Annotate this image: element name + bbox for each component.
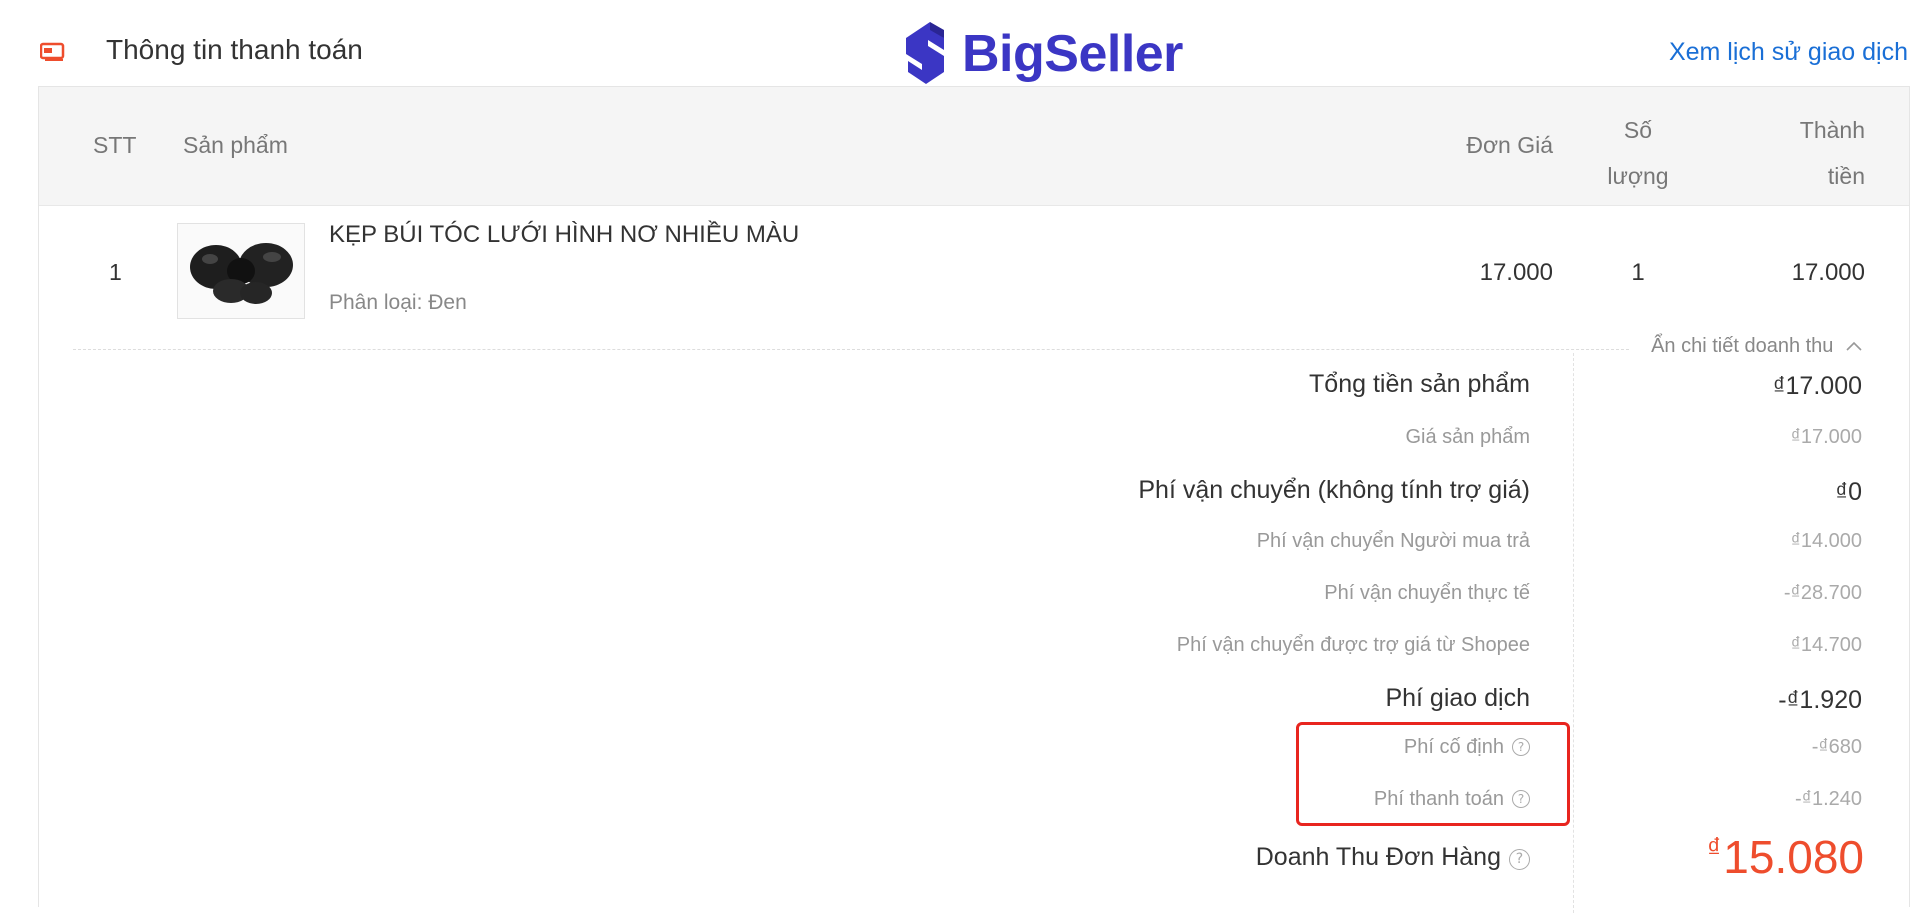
revenue-value: ₫15.080	[1707, 830, 1864, 884]
transaction-history-link[interactable]: Xem lịch sử giao dịch	[1669, 38, 1908, 67]
product-thumbnail[interactable]	[177, 223, 305, 319]
cell-quantity: 1	[1631, 259, 1645, 286]
col-total-line2: tiền	[1827, 163, 1865, 189]
shopee-subsidy-label: Phí vận chuyển được trợ giá từ Shopee	[1176, 634, 1530, 656]
help-icon[interactable]: ?	[1509, 849, 1530, 870]
col-stt: STT	[93, 132, 137, 158]
table-header: STT Sản phẩm Đơn Giá Số lượng Thành tiền	[39, 87, 1909, 206]
fixed-fee-value: -₫680	[1811, 736, 1862, 758]
row-divider	[73, 349, 1629, 350]
actual-shipping-value: -₫28.700	[1783, 582, 1862, 604]
revenue-currency: ₫	[1706, 832, 1722, 863]
fee-highlight-box	[1296, 722, 1570, 826]
section-title: Thông tin thanh toán	[106, 34, 363, 65]
col-total: Thành tiền	[1765, 107, 1865, 199]
transaction-fee-value: -₫1.920	[1778, 686, 1862, 714]
payment-card-icon	[39, 42, 66, 62]
transaction-fee-label: Phí giao dịch	[1385, 684, 1530, 712]
product-total-label: Tổng tiền sản phẩm	[1309, 370, 1530, 398]
revenue-amount: 15.080	[1723, 831, 1864, 883]
buyer-shipping-label: Phí vận chuyển Người mua trả	[1256, 530, 1530, 552]
revenue-label: Doanh Thu Đơn Hàng	[1255, 843, 1501, 871]
payment-fee-value: -₫1.240	[1795, 788, 1862, 810]
shipping-fee-label: Phí vận chuyển (không tính trợ giá)	[1138, 476, 1530, 504]
buyer-shipping-value: ₫14.000	[1790, 530, 1862, 552]
actual-shipping-label: Phí vận chuyển thực tế	[1324, 582, 1530, 604]
col-quantity-line2: lượng	[1607, 163, 1669, 189]
col-quantity-line1: Số	[1623, 117, 1653, 143]
col-product: Sản phẩm	[183, 132, 288, 158]
chevron-up-icon	[1845, 335, 1863, 358]
cell-total: 17.000	[1791, 259, 1865, 286]
cell-unit-price: 17.000	[1479, 259, 1553, 286]
bigseller-logo-icon	[906, 22, 944, 84]
product-total-value: ₫17.000	[1772, 372, 1862, 400]
product-name[interactable]: KẸP BÚI TÓC LƯỚI HÌNH NƠ NHIỀU MÀU	[329, 221, 799, 249]
product-variant: Phân loại: Đen	[329, 291, 467, 314]
logo-text: BigSeller	[962, 25, 1183, 83]
payment-info-card: STT Sản phẩm Đơn Giá Số lượng Thành tiền…	[38, 86, 1910, 913]
shipping-fee-value: ₫0	[1835, 478, 1862, 506]
product-price-label: Giá sản phẩm	[1405, 426, 1530, 448]
breakdown-divider	[1573, 353, 1574, 913]
bow-hair-clip-icon	[190, 243, 293, 304]
col-quantity: Số lượng	[1593, 107, 1683, 199]
bigseller-logo: BigSeller	[900, 14, 1183, 94]
shopee-subsidy-value: ₫14.700	[1790, 634, 1862, 656]
toggle-label: Ẩn chi tiết doanh thu	[1651, 335, 1834, 357]
product-price-value: ₫17.000	[1790, 426, 1862, 448]
col-unit-price: Đơn Giá	[1466, 132, 1553, 158]
col-total-line1: Thành	[1799, 117, 1865, 143]
revenue-row: Doanh Thu Đơn Hàng?	[1256, 843, 1530, 872]
hide-revenue-details-toggle[interactable]: Ẩn chi tiết doanh thu	[1651, 335, 1863, 358]
row-stt: 1	[109, 259, 122, 285]
